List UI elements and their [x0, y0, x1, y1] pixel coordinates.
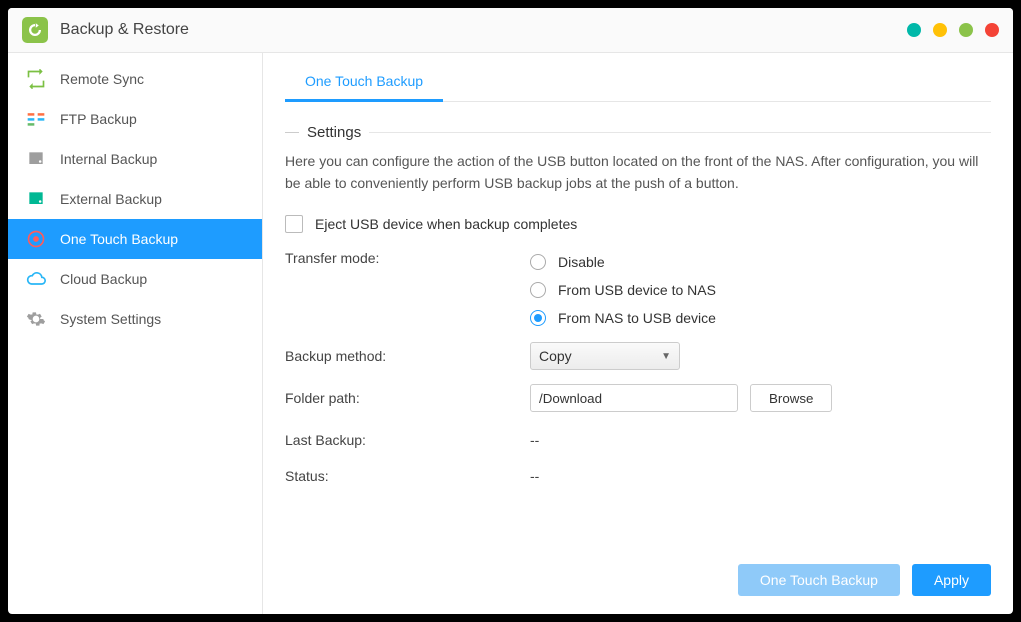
app-title: Backup & Restore — [60, 21, 189, 39]
cloud-icon — [26, 269, 46, 289]
sidebar-item-system-settings[interactable]: System Settings — [8, 299, 262, 339]
radio-label: From USB device to NAS — [558, 282, 716, 298]
folder-path-row: Folder path: Browse — [285, 382, 991, 414]
sync-icon — [26, 69, 46, 89]
sidebar-item-ftp-backup[interactable]: FTP Backup — [8, 99, 262, 139]
window-maximize-button[interactable] — [959, 23, 973, 37]
tab-one-touch-backup[interactable]: One Touch Backup — [285, 61, 443, 102]
status-label: Status: — [285, 468, 530, 484]
eject-row: Eject USB device when backup completes — [285, 208, 991, 240]
transfer-option-usb-to-nas[interactable]: From USB device to NAS — [530, 282, 716, 298]
window-help-button[interactable] — [907, 23, 921, 37]
internal-backup-icon — [26, 149, 46, 169]
one-touch-backup-button[interactable]: One Touch Backup — [738, 564, 900, 596]
titlebar: Backup & Restore — [8, 8, 1013, 53]
sidebar-item-label: Remote Sync — [60, 71, 144, 87]
apply-button[interactable]: Apply — [912, 564, 991, 596]
folder-path-label: Folder path: — [285, 390, 530, 406]
last-backup-label: Last Backup: — [285, 432, 530, 448]
status-value: -- — [530, 468, 539, 484]
last-backup-row: Last Backup: -- — [285, 424, 991, 456]
group-heading: Settings — [285, 124, 991, 141]
main-panel: One Touch Backup Settings Here you can c… — [263, 53, 1013, 614]
transfer-row: Transfer mode: Disable From USB device t… — [285, 250, 991, 330]
transfer-mode-options: Disable From USB device to NAS From NAS … — [530, 250, 716, 330]
window-controls — [907, 23, 999, 37]
radio-icon — [530, 282, 546, 298]
settings-description: Here you can configure the action of the… — [285, 151, 991, 194]
status-row: Status: -- — [285, 460, 991, 492]
sidebar-item-external-backup[interactable]: External Backup — [8, 179, 262, 219]
chevron-down-icon: ▼ — [661, 351, 671, 362]
sidebar-item-one-touch-backup[interactable]: One Touch Backup — [8, 219, 262, 259]
transfer-option-nas-to-usb[interactable]: From NAS to USB device — [530, 310, 716, 326]
select-value: Copy — [539, 348, 572, 364]
gear-icon — [26, 309, 46, 329]
sidebar-item-label: Cloud Backup — [60, 271, 147, 287]
sidebar-item-label: External Backup — [60, 191, 162, 207]
ftp-icon — [26, 109, 46, 129]
radio-label: From NAS to USB device — [558, 310, 716, 326]
radio-label: Disable — [558, 254, 605, 270]
external-backup-icon — [26, 189, 46, 209]
last-backup-value: -- — [530, 432, 539, 448]
transfer-option-disable[interactable]: Disable — [530, 254, 716, 270]
sidebar-item-cloud-backup[interactable]: Cloud Backup — [8, 259, 262, 299]
settings-group: Settings Here you can configure the acti… — [285, 124, 991, 496]
sidebar-item-remote-sync[interactable]: Remote Sync — [8, 59, 262, 99]
backup-method-select[interactable]: Copy ▼ — [530, 342, 680, 370]
app-icon — [22, 17, 48, 43]
eject-checkbox[interactable] — [285, 215, 303, 233]
tabs: One Touch Backup — [285, 61, 991, 102]
sidebar-item-label: FTP Backup — [60, 111, 137, 127]
sidebar-item-label: One Touch Backup — [60, 231, 178, 247]
app-window: Backup & Restore Remote Sync FTP Backup — [8, 8, 1013, 614]
window-minimize-button[interactable] — [933, 23, 947, 37]
eject-label: Eject USB device when backup completes — [315, 216, 577, 232]
one-touch-icon — [26, 229, 46, 249]
footer: One Touch Backup Apply — [285, 554, 991, 596]
sidebar: Remote Sync FTP Backup Internal Backup E… — [8, 53, 263, 614]
sidebar-item-label: System Settings — [60, 311, 161, 327]
folder-path-input[interactable] — [530, 384, 738, 412]
radio-icon — [530, 254, 546, 270]
radio-icon — [530, 310, 546, 326]
sidebar-item-label: Internal Backup — [60, 151, 157, 167]
body: Remote Sync FTP Backup Internal Backup E… — [8, 53, 1013, 614]
backup-method-row: Backup method: Copy ▼ — [285, 340, 991, 372]
browse-button[interactable]: Browse — [750, 384, 832, 412]
window-close-button[interactable] — [985, 23, 999, 37]
sidebar-item-internal-backup[interactable]: Internal Backup — [8, 139, 262, 179]
transfer-mode-label: Transfer mode: — [285, 250, 530, 266]
backup-method-label: Backup method: — [285, 348, 530, 364]
